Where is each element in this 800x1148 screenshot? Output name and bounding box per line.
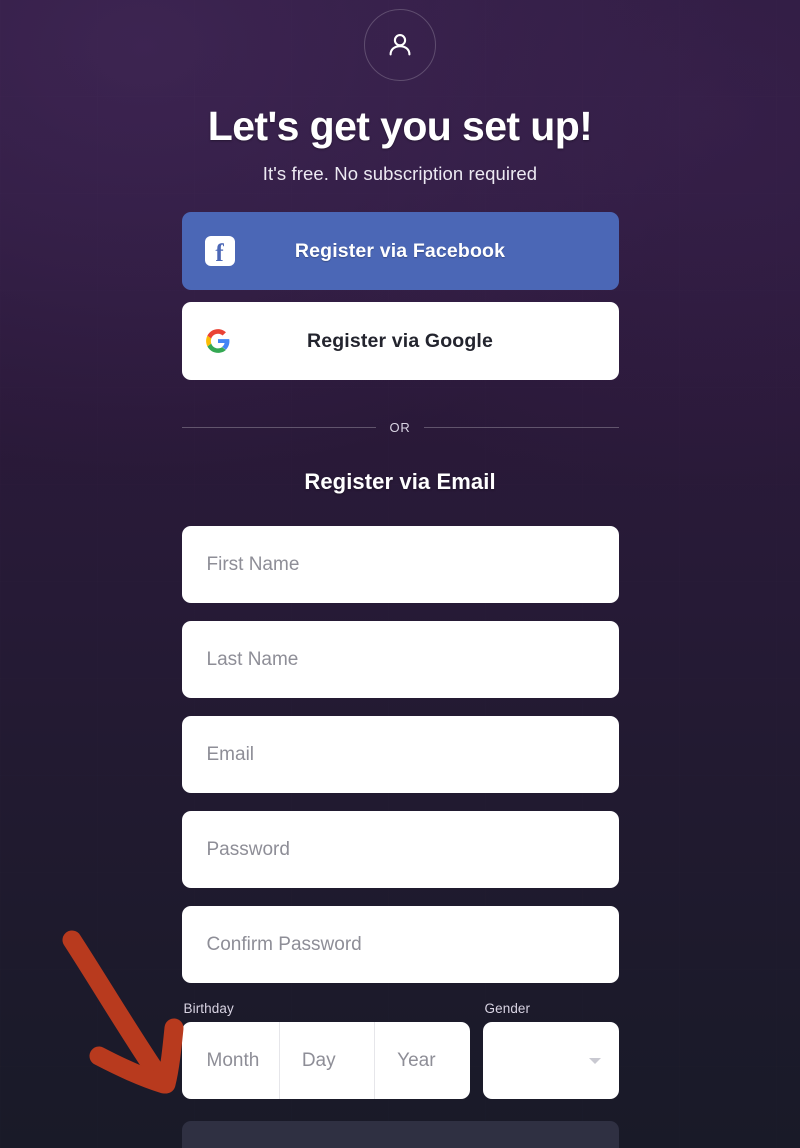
birthday-gender-row: Birthday Gender — [181, 1001, 619, 1100]
facebook-icon: f — [204, 236, 235, 267]
user-icon — [383, 28, 417, 62]
register-button[interactable]: Register — [181, 1121, 619, 1148]
birthday-day-input[interactable] — [278, 1022, 375, 1100]
email-section-title: Register via Email — [304, 469, 496, 495]
birthday-inputs — [181, 1022, 470, 1100]
birthday-month-input[interactable] — [181, 1022, 279, 1100]
gender-group: Gender — [482, 1001, 619, 1100]
divider-label: OR — [389, 420, 411, 436]
confirm-password-input[interactable] — [181, 906, 619, 984]
register-via-facebook-button[interactable]: f Register via Facebook — [181, 212, 619, 291]
page-subtitle: It's free. No subscription required — [262, 163, 538, 185]
avatar — [364, 9, 436, 81]
avatar-container — [0, 0, 800, 81]
google-icon — [205, 328, 231, 354]
or-divider: OR — [181, 420, 619, 436]
chevron-down-icon — [588, 1057, 601, 1064]
google-button-label: Register via Google — [307, 329, 493, 352]
email-input[interactable] — [181, 716, 619, 794]
facebook-button-label: Register via Facebook — [294, 239, 506, 262]
register-via-google-button[interactable]: Register via Google — [181, 302, 619, 381]
registration-form: f Register via Facebook Register via Goo… — [181, 185, 619, 1148]
divider-line-right — [423, 427, 619, 429]
page-content: Let's get you set up! It's free. No subs… — [0, 0, 800, 1148]
registration-page: Let's get you set up! It's free. No subs… — [0, 0, 800, 1148]
birthday-group: Birthday — [181, 1001, 470, 1100]
birthday-label: Birthday — [183, 1001, 234, 1017]
gender-select[interactable] — [482, 1022, 619, 1100]
page-title: Let's get you set up! — [207, 103, 593, 149]
last-name-input[interactable] — [181, 621, 619, 699]
birthday-year-input[interactable] — [374, 1022, 470, 1100]
gender-label: Gender — [484, 1001, 531, 1017]
password-input[interactable] — [181, 811, 619, 889]
first-name-input[interactable] — [181, 526, 619, 604]
divider-line-left — [181, 427, 377, 429]
